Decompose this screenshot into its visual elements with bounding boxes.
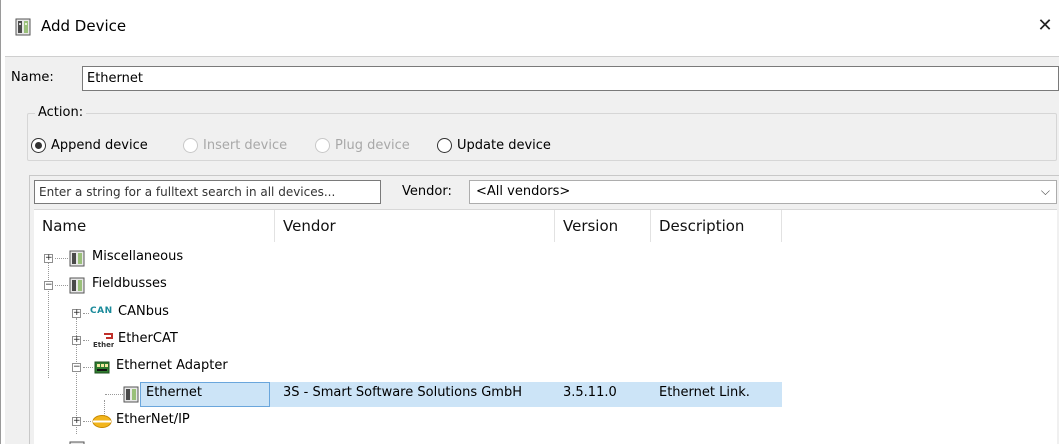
can-icon: CAN [90,306,113,316]
tree-connector [83,340,89,341]
radio-label: Plug device [335,137,410,153]
radio-label: Update device [457,137,551,153]
add-device-window: Add Device ✕ Name: Action: Append device… [0,0,1059,444]
row-name: Fieldbusses [92,276,167,291]
row-name: Ethernet [146,385,202,400]
tree-connector [83,421,91,422]
ethercat-icon: EtherCAT [92,333,114,349]
vendor-value: <All vendors> [476,184,571,199]
expand-icon[interactable]: + [44,254,53,263]
tree-row[interactable]: + EtherCAT EtherCAT [34,327,1057,354]
row-name: Ethernet Adapter [116,358,228,373]
window-title: Add Device [41,17,127,35]
tree-connector [83,367,93,368]
title-bar: Add Device ✕ [1,0,1059,56]
device-icon [69,250,85,267]
ethernet-adapter-icon [94,361,110,374]
chevron-down-icon[interactable]: ⌵ [1041,184,1050,199]
row-description: Ethernet Link. [659,385,750,400]
tree-connector [55,285,68,286]
device-icon [15,18,31,36]
column-header-description[interactable]: Description [651,210,782,242]
name-label: Name: [11,70,54,85]
expand-icon[interactable]: + [72,336,81,345]
close-button[interactable]: ✕ [1034,14,1056,38]
tree-row[interactable]: + CAN CANbus [34,300,1057,327]
expand-icon[interactable]: + [72,417,81,426]
tree-row[interactable]: − Ethernet Adapter [34,354,1057,381]
tree-connector [105,394,123,395]
column-header-version[interactable]: Version [555,210,651,242]
close-icon[interactable]: ✕ [1037,15,1052,36]
update-device-radio[interactable]: Update device [437,135,551,155]
vendor-dropdown[interactable]: <All vendors> ⌵ [469,180,1057,204]
dialog-body: Name: Action: Append device Insert devic… [5,56,1059,444]
fulltext-search-input[interactable] [34,180,381,204]
row-name: CANbus [118,304,169,319]
expand-icon[interactable]: + [72,309,81,318]
radio-icon[interactable] [315,137,330,153]
tree-connector [83,313,89,314]
row-name: EtherCAT [118,331,178,346]
ethernetip-icon [92,415,112,428]
tree-row[interactable]: + EtherNet/IP [34,408,1057,435]
tree-connector [55,258,68,259]
radio-label: Insert device [203,137,288,153]
tree-row[interactable]: − Fieldbusses [34,272,1057,299]
action-label: Action: [35,105,87,120]
device-search-panel: Vendor: <All vendors> ⌵ Name Vendor Vers… [29,175,1059,444]
column-header-vendor[interactable]: Vendor [275,210,555,242]
tree-row[interactable] [34,436,1057,444]
collapse-icon[interactable]: − [44,281,53,290]
vendor-label: Vendor: [402,184,452,199]
column-header-name[interactable]: Name [34,210,275,242]
row-name: Miscellaneous [92,249,184,264]
tree-row[interactable]: + Miscellaneous [34,245,1057,272]
row-vendor: 3S - Smart Software Solutions GmbH [283,385,523,400]
device-tree[interactable]: Name Vendor Version Description + Miscel… [34,209,1057,444]
svg-text:EtherCAT: EtherCAT [93,341,114,349]
insert-device-radio[interactable]: Insert device [183,135,287,155]
append-device-radio[interactable]: Append device [31,135,148,155]
radio-icon[interactable] [437,137,452,153]
name-input[interactable] [82,66,1059,91]
row-version: 3.5.11.0 [563,385,617,400]
row-name: EtherNet/IP [116,412,190,427]
radio-label: Append device [51,137,148,153]
radio-checked-icon[interactable] [31,137,46,153]
radio-icon[interactable] [183,137,198,153]
tree-row-selected[interactable]: Ethernet 3S - Smart Software Solutions G… [34,381,1057,408]
collapse-icon[interactable]: − [72,363,81,372]
device-icon [123,386,139,403]
plug-device-radio[interactable]: Plug device [315,135,410,155]
device-icon [69,277,85,294]
